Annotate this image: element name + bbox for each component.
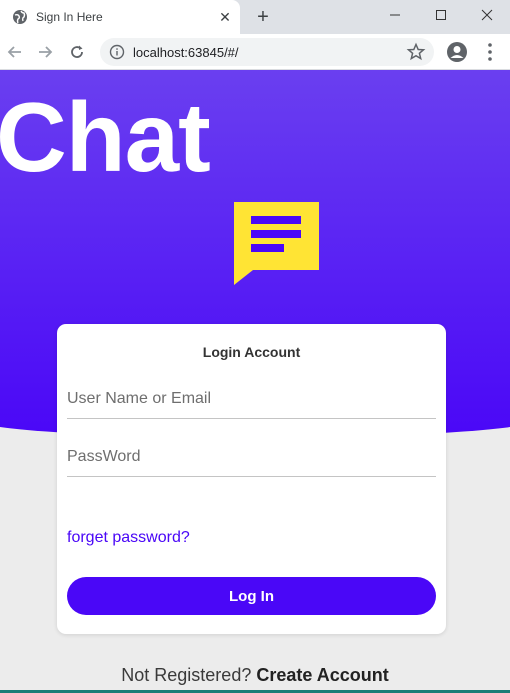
tab-title: Sign In Here: [36, 10, 103, 24]
profile-avatar-icon[interactable]: [446, 41, 468, 63]
globe-icon: [13, 10, 27, 24]
forward-arrow-icon[interactable]: [33, 40, 57, 64]
more-menu-icon[interactable]: [480, 41, 500, 63]
create-account-link[interactable]: Create Account: [256, 665, 388, 685]
address-bar[interactable]: localhost:63845/#/: [100, 38, 434, 66]
username-field: [67, 379, 436, 419]
close-window-icon[interactable]: [464, 0, 510, 30]
browser-toolbar: localhost:63845/#/: [0, 34, 510, 70]
bookmark-star-icon[interactable]: [406, 42, 426, 62]
register-prompt-text: Not Registered?: [121, 665, 252, 685]
reload-icon[interactable]: [65, 40, 89, 64]
hero-title: Chat: [0, 82, 211, 192]
minimize-window-icon[interactable]: [372, 0, 418, 30]
browser-tab-bar: Sign In Here ✕ +: [0, 0, 510, 34]
chat-bubble-icon: [234, 202, 319, 285]
forgot-password-link[interactable]: forget password?: [67, 529, 190, 547]
password-field: [67, 437, 436, 477]
login-button[interactable]: Log In: [67, 577, 436, 615]
tab-close-icon[interactable]: ✕: [216, 8, 234, 26]
username-input[interactable]: [67, 379, 436, 418]
new-tab-button[interactable]: +: [252, 6, 274, 28]
login-page: Chat Login Account forget password? Log …: [0, 70, 510, 693]
register-prompt: Not Registered? Create Account: [0, 665, 510, 686]
info-icon[interactable]: [109, 44, 125, 60]
login-title: Login Account: [202, 344, 301, 360]
login-card: Login Account forget password? Log In: [57, 324, 446, 634]
browser-tab[interactable]: Sign In Here ✕: [0, 0, 240, 34]
maximize-window-icon[interactable]: [418, 0, 464, 30]
url-text[interactable]: localhost:63845/#/: [133, 45, 239, 60]
back-arrow-icon[interactable]: [3, 40, 27, 64]
password-input[interactable]: [67, 437, 436, 476]
